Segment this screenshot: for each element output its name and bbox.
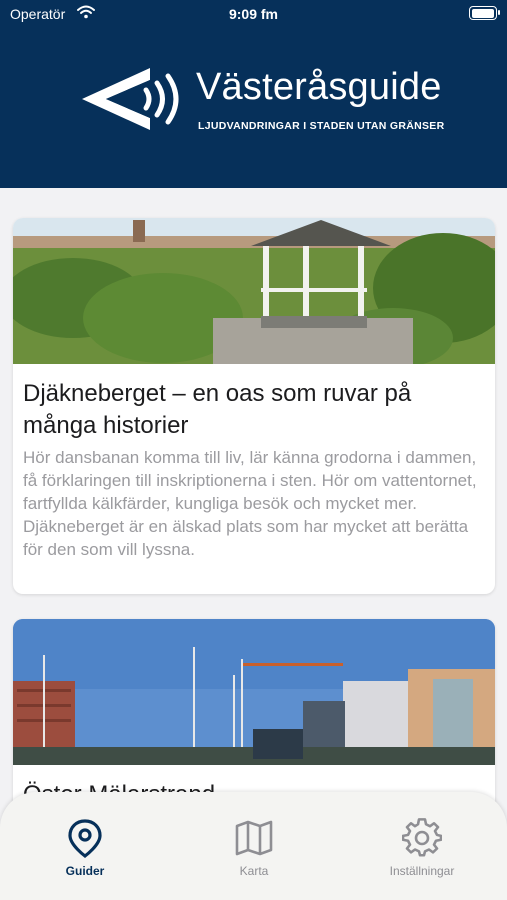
- status-bar: Operatör 9:09 fm: [0, 0, 507, 30]
- tab-label: Guider: [65, 864, 105, 878]
- tab-label: Inställningar: [389, 864, 455, 878]
- harbor-buildings-photo: [13, 619, 495, 765]
- app-header: Operatör 9:09 fm Västeråsguide LJUDVANDR…: [0, 0, 507, 188]
- battery-icon: [469, 6, 500, 20]
- location-pin-icon: [68, 819, 102, 858]
- tab-guider[interactable]: Guider: [25, 818, 145, 878]
- tab-installningar[interactable]: Inställningar: [362, 818, 482, 878]
- sound-arrow-logo-icon: [82, 68, 179, 130]
- guide-description: Hör dansbanan komma till liv, lär känna …: [23, 448, 477, 559]
- guide-card-djakneberget[interactable]: Djäkneberget – en oas som ruvar på många…: [13, 218, 495, 594]
- tab-label: Karta: [239, 864, 269, 878]
- map-icon: [235, 820, 273, 856]
- app-subtitle: LJUDVANDRINGAR I STADEN UTAN GRÄNSER: [198, 120, 445, 132]
- gear-icon: [402, 818, 442, 857]
- park-gazebo-photo: [13, 218, 495, 364]
- tab-bar: Guider Karta Inställningar: [0, 792, 507, 900]
- app-title: Västeråsguide: [196, 66, 442, 108]
- status-time: 9:09 fm: [228, 6, 279, 22]
- guide-title: Djäkneberget – en oas som ruvar på många…: [23, 380, 412, 439]
- tab-karta[interactable]: Karta: [194, 818, 314, 878]
